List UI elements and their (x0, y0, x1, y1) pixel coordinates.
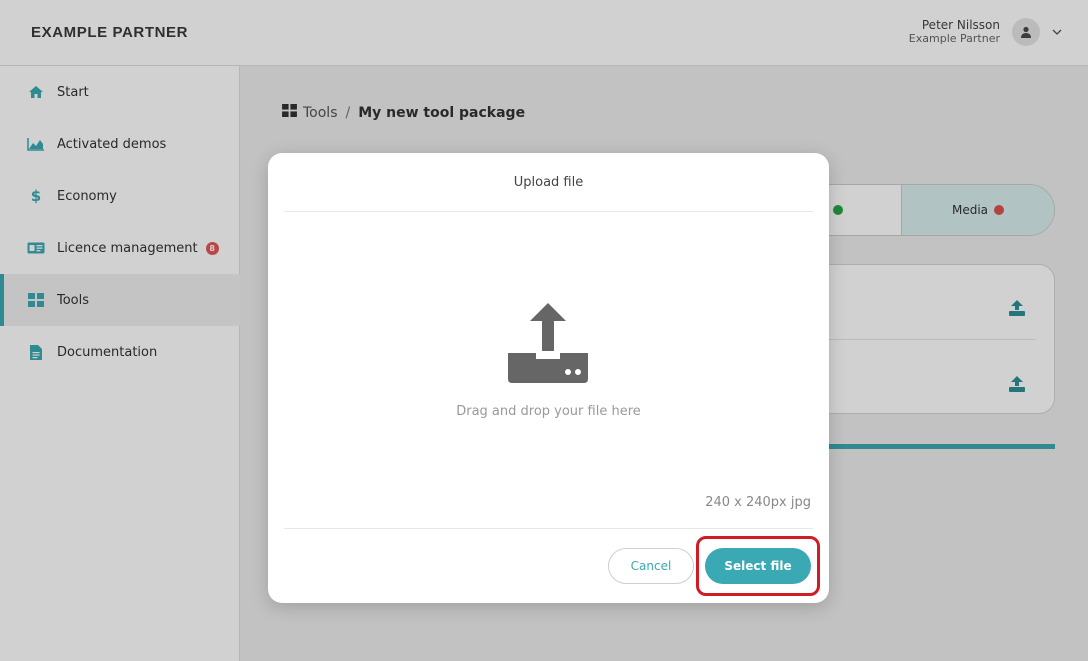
highlight-box (696, 536, 820, 596)
dialog-title: Upload file (513, 175, 584, 190)
cancel-button[interactable]: Cancel (608, 548, 694, 584)
upload-file-dialog: Upload file Drag and drop your file here… (268, 153, 829, 603)
upload-tray-icon[interactable] (508, 303, 588, 383)
drop-zone-text: Drag and drop your file here (456, 404, 641, 419)
divider (284, 211, 813, 212)
size-hint: 240 x 240px jpg (705, 495, 811, 510)
divider (284, 528, 813, 529)
